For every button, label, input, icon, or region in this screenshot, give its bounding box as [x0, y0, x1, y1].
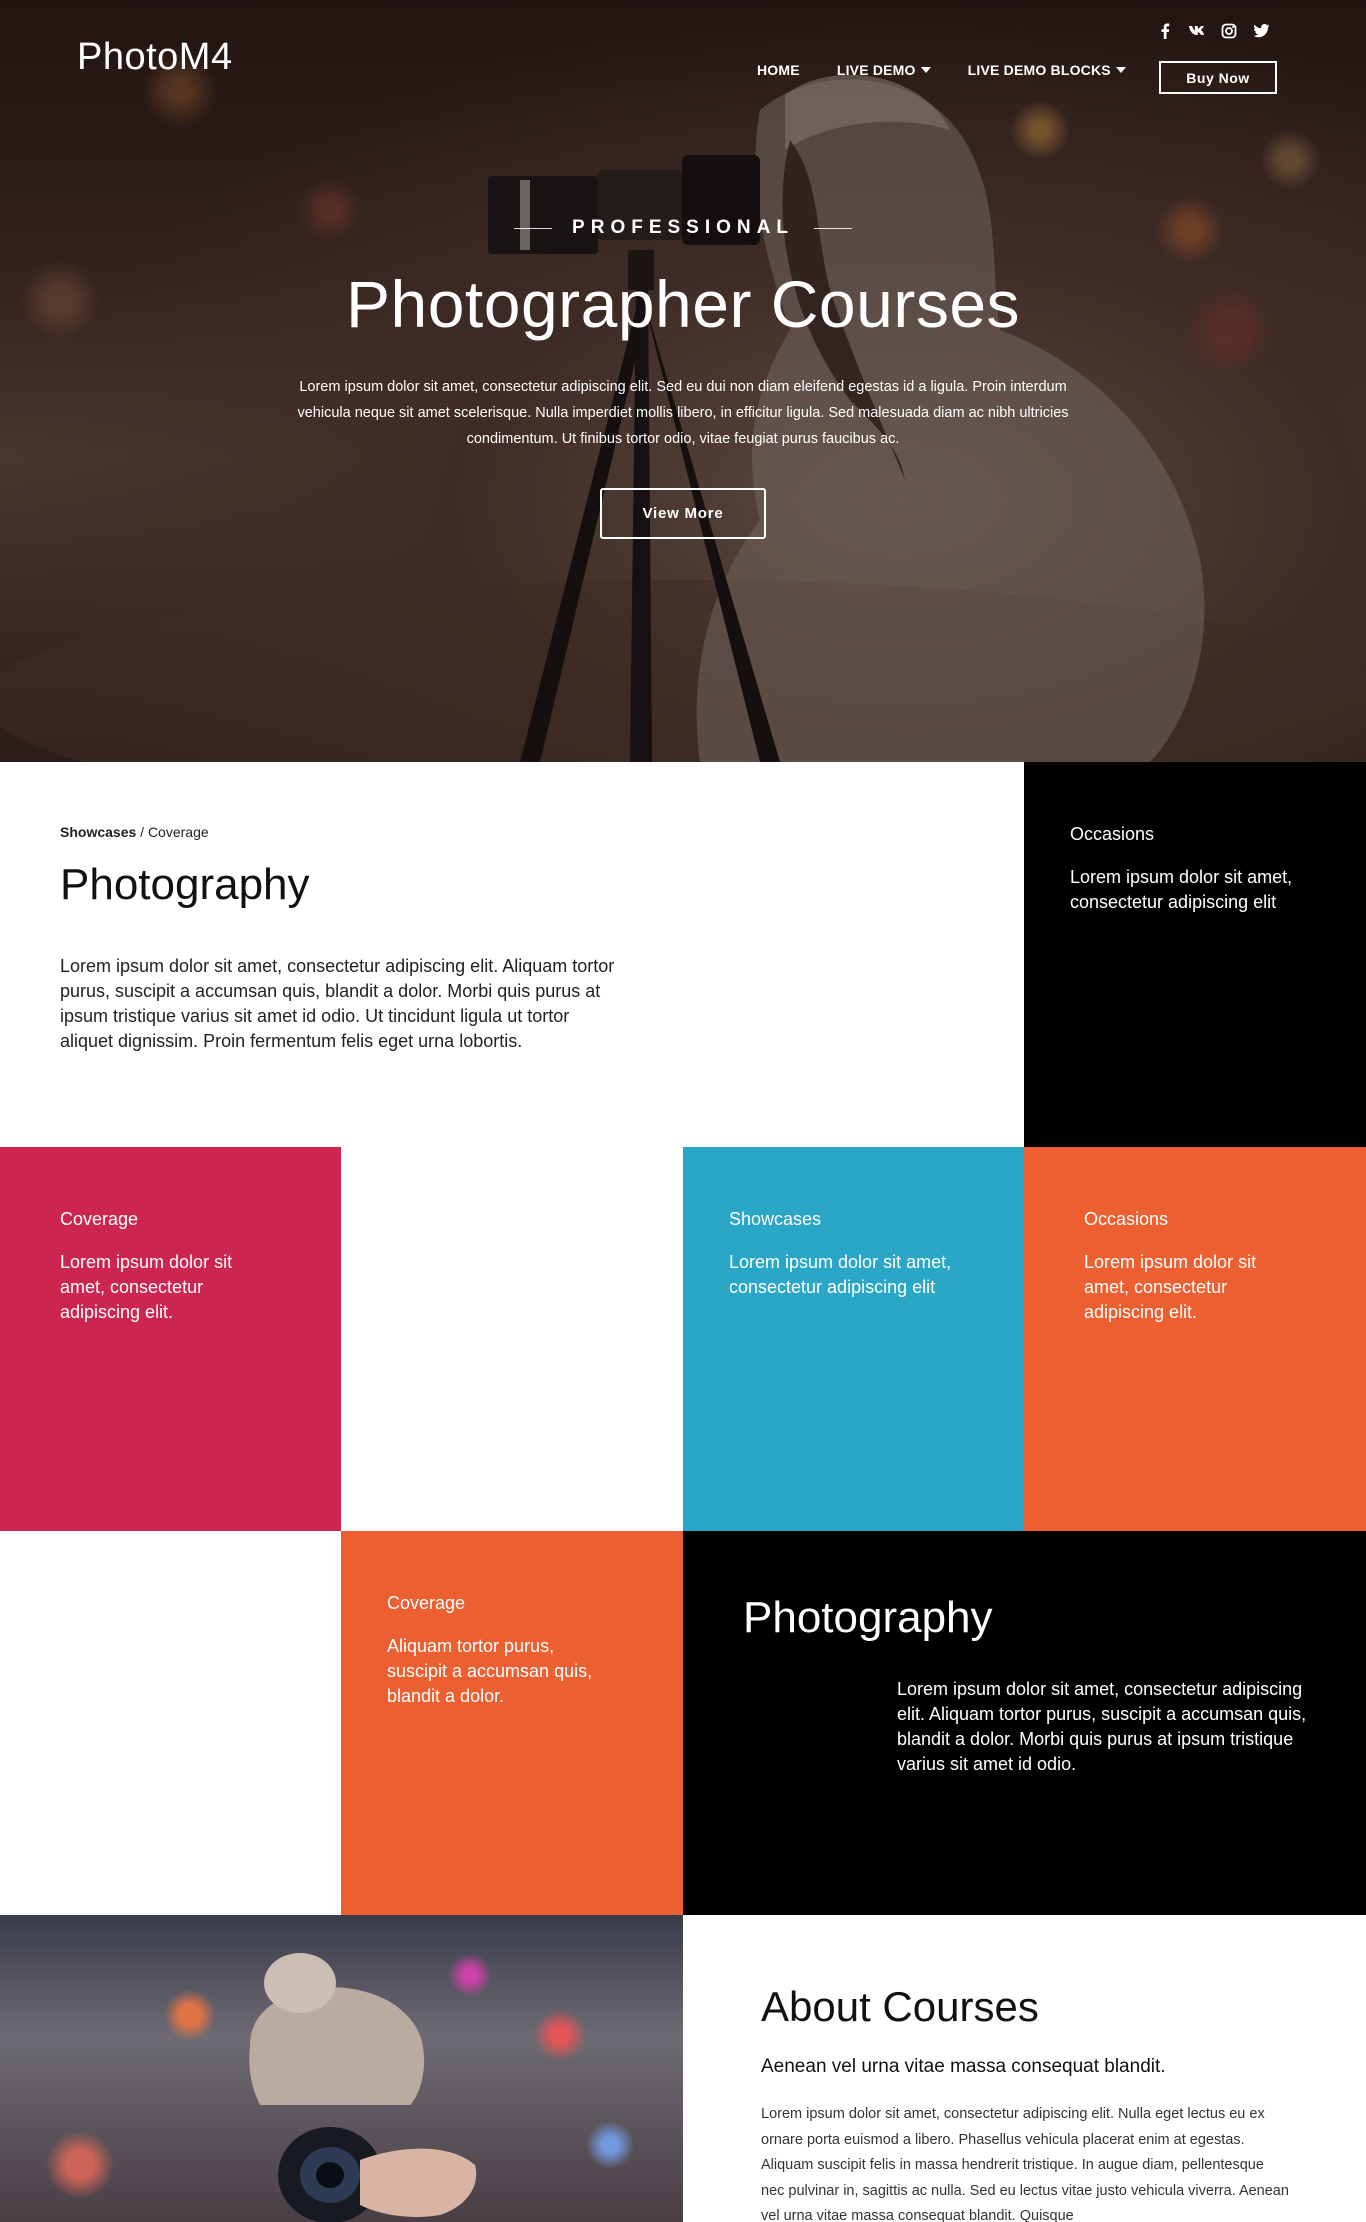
eyebrow-divider-right: [813, 227, 852, 229]
facebook-icon[interactable]: [1156, 22, 1174, 40]
tile-occasions-black[interactable]: Occasions Lorem ipsum dolor sit amet, co…: [1024, 762, 1366, 1147]
eyebrow-divider-left: [514, 227, 553, 229]
nav-item-home[interactable]: HOME: [757, 62, 800, 78]
hero-section: PhotoM4 HOME LIVE DEMO LIVE DEMO BLOCKS …: [0, 0, 1366, 762]
vk-icon[interactable]: [1188, 22, 1206, 40]
hero-eyebrow: PROFESSIONAL: [0, 217, 1366, 239]
nav-item-live-demo-blocks[interactable]: LIVE DEMO BLOCKS: [968, 62, 1126, 78]
tile-title: Occasions: [1084, 1209, 1169, 1229]
hero-title: Photographer Courses: [345, 267, 1021, 341]
intro-block: Showcases / Coverage Photography Lorem i…: [0, 762, 1024, 1147]
nav-item-live-demo[interactable]: LIVE DEMO: [837, 62, 931, 78]
about-subtitle: Aenean vel urna vitae massa consequat bl…: [761, 2056, 1166, 2077]
main-nav: HOME LIVE DEMO LIVE DEMO BLOCKS: [757, 62, 1163, 78]
tile-title: Showcases: [729, 1209, 822, 1229]
tile-coverage-crimson[interactable]: Coverage Lorem ipsum dolor sit amet, con…: [0, 1147, 341, 1531]
eyebrow-text: PROFESSIONAL: [572, 217, 794, 238]
instagram-icon[interactable]: [1220, 22, 1238, 40]
caret-down-icon: [1115, 67, 1126, 73]
breadcrumb: Showcases / Coverage: [60, 824, 620, 840]
tile-blank: [0, 1531, 341, 1915]
tile-occasions-orange[interactable]: Occasions Lorem ipsum dolor sit amet, co…: [1024, 1147, 1366, 1531]
tile-title: Occasions: [1070, 824, 1155, 844]
tile-text: Lorem ipsum dolor sit amet, consectetur …: [1084, 1252, 1257, 1322]
about-text: Lorem ipsum dolor sit amet, consectetur …: [761, 2106, 1289, 2222]
social-links: [1156, 22, 1270, 40]
brand-logo[interactable]: PhotoM4: [77, 36, 233, 79]
intro-title: Photography: [60, 860, 310, 909]
intro-text: Lorem ipsum dolor sit amet, consectetur …: [60, 956, 615, 1051]
hero-description: Lorem ipsum dolor sit amet, consectetur …: [297, 379, 1069, 447]
about-title: About Courses: [761, 1983, 1039, 2030]
tile-text: Lorem ipsum dolor sit amet, consectetur …: [897, 1679, 1307, 1774]
tile-title: Photography: [743, 1593, 993, 1642]
tile-text: Aliquam tortor purus, suscipit a accumsa…: [387, 1636, 593, 1706]
photographer-image: [249, 1953, 477, 2222]
tile-showcases-blue[interactable]: Showcases Lorem ipsum dolor sit amet, co…: [683, 1147, 1024, 1531]
tile-photography-black: Photography Lorem ipsum dolor sit amet, …: [683, 1531, 1366, 1915]
caret-down-icon: [920, 67, 931, 73]
about-photo: [0, 1915, 683, 2222]
tile-text: Lorem ipsum dolor sit amet, consectetur …: [729, 1252, 952, 1297]
tile-text: Lorem ipsum dolor sit amet, consectetur …: [1070, 867, 1293, 912]
tile-text: Lorem ipsum dolor sit amet, consectetur …: [60, 1252, 233, 1322]
tile-blank: [341, 1147, 683, 1531]
about-courses-section: About Courses Aenean vel urna vitae mass…: [683, 1915, 1366, 2222]
twitter-icon[interactable]: [1252, 22, 1270, 40]
breadcrumb-separator: /: [136, 824, 148, 840]
buy-now-button[interactable]: Buy Now: [1159, 61, 1277, 94]
tile-coverage-orange[interactable]: Coverage Aliquam tortor purus, suscipit …: [341, 1531, 683, 1915]
view-more-button[interactable]: View More: [600, 488, 766, 539]
breadcrumb-current[interactable]: Showcases: [60, 824, 136, 840]
tile-title: Coverage: [387, 1593, 466, 1613]
tile-title: Coverage: [60, 1209, 139, 1229]
breadcrumb-parent[interactable]: Coverage: [148, 824, 209, 840]
